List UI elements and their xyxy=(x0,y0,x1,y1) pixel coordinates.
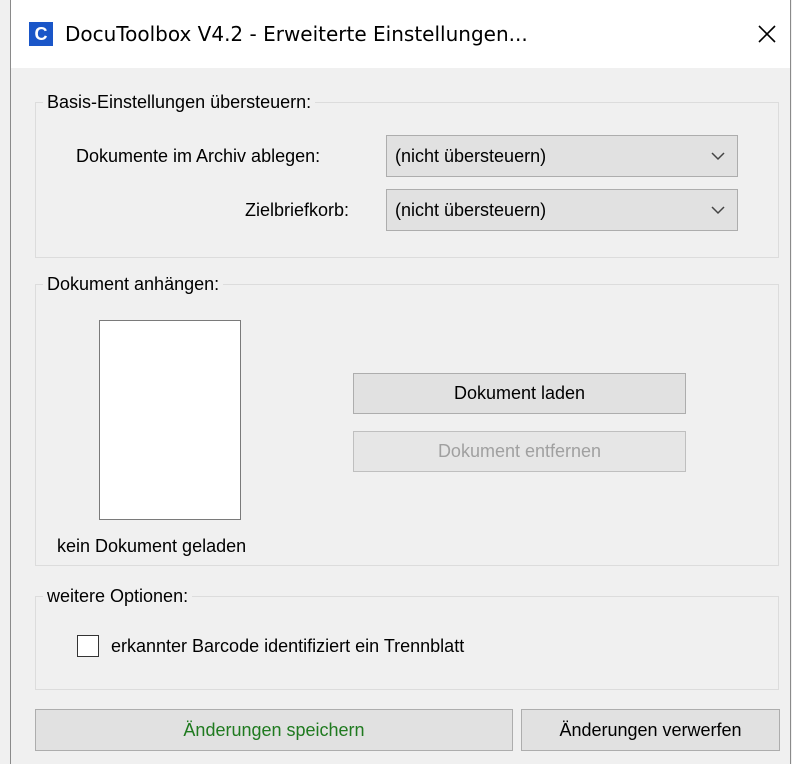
window-title: DocuToolbox V4.2 - Erweiterte Einstellun… xyxy=(65,22,528,46)
close-icon xyxy=(758,25,776,43)
load-document-button[interactable]: Dokument laden xyxy=(353,373,686,414)
app-icon: C xyxy=(29,22,53,46)
attach-document-legend: Dokument anhängen: xyxy=(43,274,224,295)
chevron-down-icon xyxy=(711,152,725,161)
document-preview xyxy=(99,320,241,520)
title-bar[interactable]: C DocuToolbox V4.2 - Erweiterte Einstell… xyxy=(11,0,790,68)
archive-label: Dokumente im Archiv ablegen: xyxy=(76,146,321,166)
chevron-down-icon xyxy=(711,206,725,215)
more-options-legend: weitere Optionen: xyxy=(43,586,193,607)
remove-document-button[interactable]: Dokument entfernen xyxy=(353,431,686,472)
barcode-label[interactable]: erkannter Barcode identifiziert ein Tren… xyxy=(111,636,464,657)
archive-dropdown-value: (nicht übersteuern) xyxy=(395,146,547,166)
tray-dropdown-value: (nicht übersteuern) xyxy=(395,200,547,220)
dialog-window: C DocuToolbox V4.2 - Erweiterte Einstell… xyxy=(10,0,791,764)
tray-dropdown[interactable]: (nicht übersteuern) xyxy=(386,189,738,231)
discard-changes-button[interactable]: Änderungen verwerfen xyxy=(521,709,780,751)
barcode-checkbox[interactable] xyxy=(77,635,99,657)
close-button[interactable] xyxy=(744,14,790,54)
tray-label: Zielbriefkorb: xyxy=(245,200,350,220)
document-status: kein Dokument geladen xyxy=(57,536,247,556)
basis-settings-legend: Basis-Einstellungen übersteuern: xyxy=(43,92,316,113)
archive-dropdown[interactable]: (nicht übersteuern) xyxy=(386,135,738,177)
basis-settings-group xyxy=(35,102,779,258)
save-changes-button[interactable]: Änderungen speichern xyxy=(35,709,513,751)
